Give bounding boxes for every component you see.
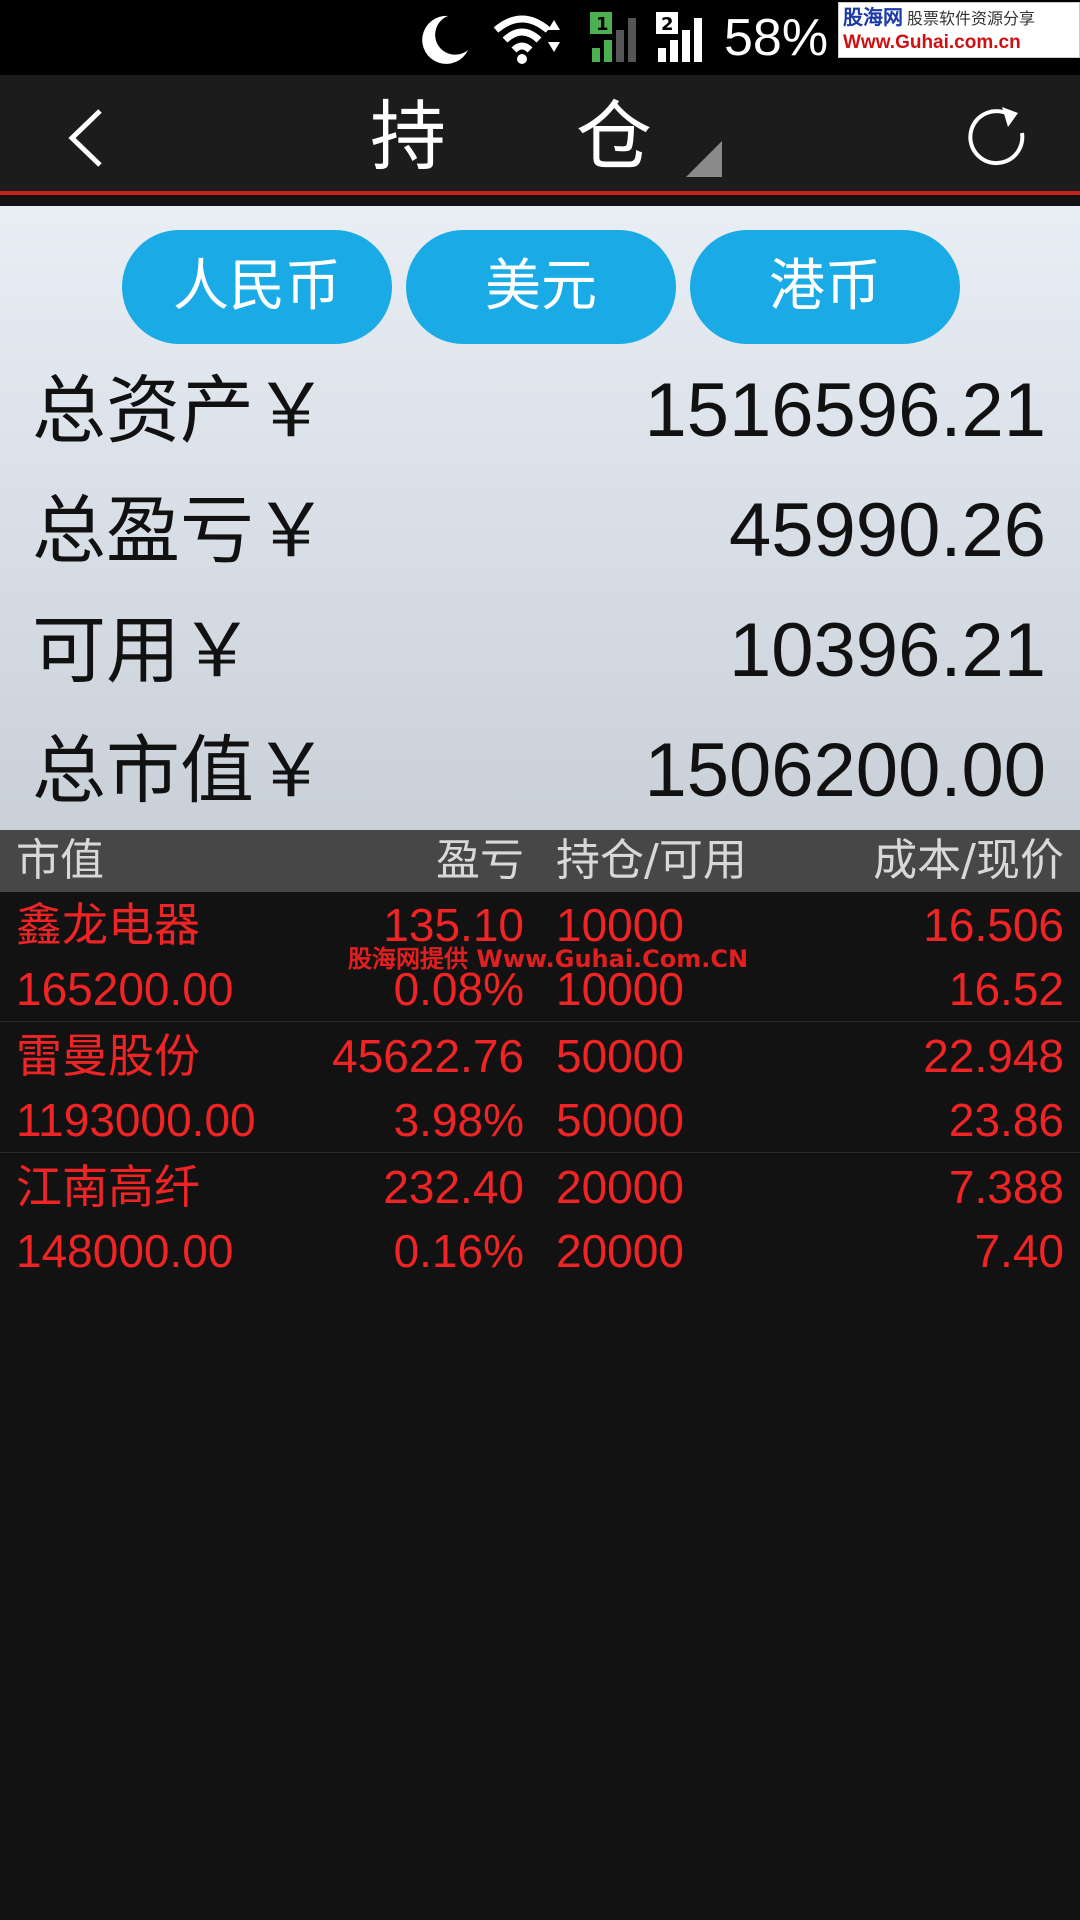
stock-name: 鑫龙电器 (16, 898, 200, 952)
stock-name: 江南高纤 (16, 1160, 200, 1214)
stock-available: 20000 (556, 1225, 684, 1277)
table-row[interactable]: 江南高纤 232.40 20000 7.388 148000.00 0.16% … (0, 1154, 1080, 1284)
stock-market-value: 165200.00 (16, 963, 234, 1015)
stock-holding: 50000 (556, 1030, 684, 1082)
watermark-brand: 股海网 (843, 5, 903, 29)
total-pl-value: 45990.26 (729, 488, 1046, 573)
header-market-value: 市值 (16, 835, 104, 886)
chevron-left-icon[interactable] (60, 105, 110, 171)
header-holding: 持仓/可用 (556, 835, 747, 886)
watermark-url: Www.Guhai.com.cn (843, 32, 1021, 53)
watermark-tagline: 股票软件资源分享 (907, 9, 1036, 28)
page-title: 持仓 (370, 92, 782, 181)
table-row[interactable]: 雷曼股份 45622.76 50000 22.948 1193000.00 3.… (0, 1023, 1080, 1153)
svg-text:1: 1 (596, 14, 609, 35)
dropdown-triangle-icon[interactable] (684, 139, 724, 179)
header-pl: 盈亏 (436, 835, 524, 886)
tab-usd[interactable]: 美元 (406, 230, 676, 344)
svg-text:2: 2 (661, 14, 674, 35)
status-bar: 1 2 58% 股海网 股票软件资源分享 Www.Guhai.com.cn (0, 0, 1080, 75)
stock-cost: 7.388 (948, 1161, 1064, 1213)
total-pl-row: 总盈亏￥ 45990.26 (0, 472, 1080, 590)
stock-name: 雷曼股份 (16, 1029, 200, 1083)
market-value-label: 总市值￥ (32, 728, 328, 814)
nav-bar: 持仓 (0, 75, 1080, 195)
total-pl-label: 总盈亏￥ (32, 488, 328, 574)
stock-cost: 16.506 (923, 899, 1064, 951)
tab-rmb[interactable]: 人民币 (122, 230, 392, 344)
market-value-row: 总市值￥ 1506200.00 (0, 712, 1080, 830)
header-price: 成本/现价 (873, 835, 1064, 886)
holdings-table-header: 市值 盈亏 持仓/可用 成本/现价 (0, 830, 1080, 892)
sim1-signal-icon: 1 (590, 12, 636, 62)
battery-percent: 58% (724, 9, 829, 67)
stock-cost: 22.948 (923, 1030, 1064, 1082)
stock-pl-pct: 3.98% (393, 1094, 524, 1146)
total-assets-value: 1516596.21 (644, 368, 1046, 453)
wifi-icon (493, 15, 560, 64)
market-value-value: 1506200.00 (644, 728, 1046, 813)
page-title-dropdown[interactable]: 持仓 (370, 95, 710, 179)
total-assets-label: 总资产￥ (32, 368, 328, 454)
stock-pl: 232.40 (383, 1161, 524, 1213)
overlay-watermark: 股海网提供 Www.Guhai.Com.CN (348, 945, 749, 973)
moon-icon (422, 15, 468, 64)
available-row: 可用￥ 10396.21 (0, 592, 1080, 710)
stock-pl-pct: 0.16% (393, 1225, 524, 1277)
refresh-icon[interactable] (962, 103, 1032, 173)
stock-current-price: 7.40 (974, 1225, 1064, 1277)
available-label: 可用￥ (32, 608, 254, 694)
available-value: 10396.21 (729, 608, 1046, 693)
stock-current-price: 16.52 (948, 963, 1064, 1015)
stock-market-value: 148000.00 (16, 1225, 234, 1277)
total-assets-row: 总资产￥ 1516596.21 (0, 352, 1080, 470)
stock-market-value: 1193000.00 (16, 1094, 256, 1146)
sim2-signal-icon: 2 (656, 12, 702, 62)
watermark-logo: 股海网 股票软件资源分享 Www.Guhai.com.cn (838, 2, 1080, 58)
stock-holding: 20000 (556, 1161, 684, 1213)
stock-available: 50000 (556, 1094, 684, 1146)
account-summary: 人民币 美元 港币 总资产￥ 1516596.21 总盈亏￥ 45990.26 … (0, 206, 1080, 830)
stock-current-price: 23.86 (948, 1094, 1064, 1146)
stock-pl: 45622.76 (332, 1030, 524, 1082)
tab-hkd[interactable]: 港币 (690, 230, 960, 344)
